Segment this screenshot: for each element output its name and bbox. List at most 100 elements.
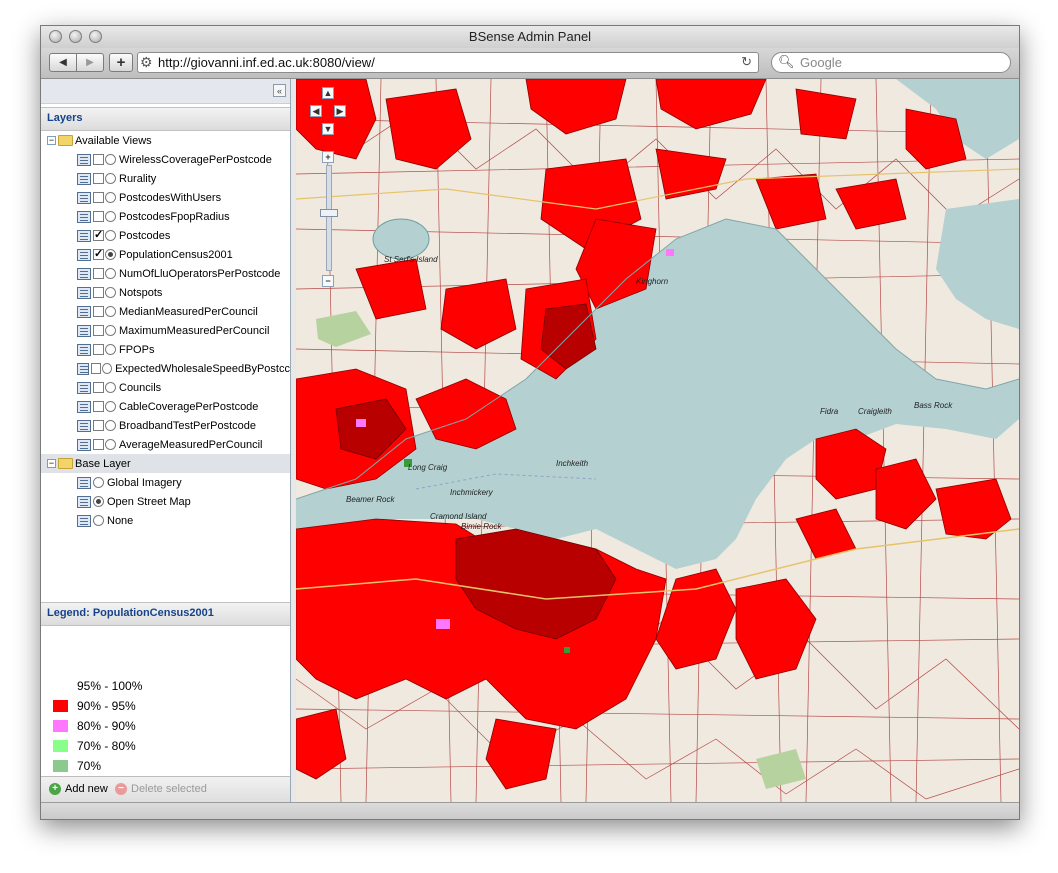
layer-list-icon bbox=[77, 172, 91, 185]
layer-radio[interactable] bbox=[105, 268, 116, 279]
layer-list-icon bbox=[77, 400, 91, 413]
layer-list-icon bbox=[77, 362, 90, 375]
layer-radio[interactable] bbox=[105, 382, 116, 393]
layer-label: PopulationCensus2001 bbox=[119, 248, 233, 261]
layer-item[interactable]: MedianMeasuredPerCouncil bbox=[77, 302, 258, 321]
layer-checkbox[interactable] bbox=[93, 344, 104, 355]
collapse-toggle-icon[interactable]: − bbox=[47, 136, 56, 145]
base-layer-radio[interactable] bbox=[93, 477, 104, 488]
plus-icon: + bbox=[325, 152, 331, 162]
layer-radio[interactable] bbox=[105, 287, 116, 298]
forward-button[interactable]: ▶ bbox=[76, 53, 104, 72]
layer-item[interactable]: Councils bbox=[77, 378, 161, 397]
map-label: Inchkeith bbox=[556, 459, 589, 468]
layer-radio[interactable] bbox=[105, 154, 116, 165]
layer-checkbox[interactable] bbox=[93, 268, 104, 279]
pan-up-button[interactable]: ▲ bbox=[322, 87, 334, 99]
minus-icon: − bbox=[325, 276, 331, 286]
layer-checkbox[interactable] bbox=[93, 382, 104, 393]
layer-list-icon bbox=[77, 248, 91, 261]
add-new-button[interactable]: + Add new bbox=[49, 783, 108, 795]
search-field[interactable]: 🔍︎ Google bbox=[771, 52, 1011, 73]
back-button[interactable]: ◀ bbox=[49, 53, 77, 72]
tree-node-available-views[interactable]: − Available Views bbox=[47, 131, 152, 150]
layer-item[interactable]: WirelessCoveragePerPostcode bbox=[77, 150, 272, 169]
layer-item[interactable]: CableCoveragePerPostcode bbox=[77, 397, 258, 416]
layer-radio[interactable] bbox=[102, 363, 113, 374]
delete-circle-icon: − bbox=[115, 783, 127, 795]
layer-actions-bar: + Add new − Delete selected bbox=[41, 776, 290, 803]
legend-item: 70% - 80% bbox=[53, 737, 136, 755]
map-label: Kinghorn bbox=[636, 277, 669, 286]
collapse-toggle-icon[interactable]: − bbox=[47, 459, 56, 468]
search-icon: 🔍︎ bbox=[778, 54, 795, 69]
layer-item[interactable]: PostcodesWithUsers bbox=[77, 188, 221, 207]
pan-down-button[interactable]: ▼ bbox=[322, 123, 334, 135]
layer-checkbox[interactable] bbox=[93, 211, 104, 222]
layer-checkbox[interactable] bbox=[93, 154, 104, 165]
layer-radio[interactable] bbox=[105, 306, 116, 317]
base-layer-item[interactable]: Global Imagery bbox=[77, 473, 182, 492]
base-layer-item[interactable]: Open Street Map bbox=[77, 492, 191, 511]
layer-item[interactable]: NumOfLluOperatorsPerPostcode bbox=[77, 264, 280, 283]
pan-left-button[interactable]: ◀ bbox=[310, 105, 322, 117]
add-bookmark-button[interactable]: + bbox=[109, 53, 133, 72]
zoom-in-button[interactable]: + bbox=[322, 151, 334, 163]
layer-radio[interactable] bbox=[105, 420, 116, 431]
collapse-sidebar-button[interactable]: « bbox=[273, 84, 286, 97]
layer-checkbox[interactable] bbox=[93, 287, 104, 298]
layer-radio[interactable] bbox=[105, 211, 116, 222]
layer-label: BroadbandTestPerPostcode bbox=[119, 419, 256, 432]
layer-radio-selected[interactable] bbox=[105, 249, 116, 260]
address-bar[interactable]: ⚙ http://giovanni.inf.ed.ac.uk:8080/view… bbox=[137, 52, 759, 73]
layer-list-icon bbox=[77, 438, 91, 451]
layer-item[interactable]: PostcodesFpopRadius bbox=[77, 207, 230, 226]
layer-radio[interactable] bbox=[105, 401, 116, 412]
layer-checkbox[interactable] bbox=[93, 420, 104, 431]
legend-label: 95% - 100% bbox=[77, 679, 143, 693]
browser-status-bar bbox=[41, 802, 1019, 819]
layer-radio[interactable] bbox=[105, 192, 116, 203]
layer-checkbox[interactable] bbox=[91, 363, 102, 374]
legend-item: 90% - 95% bbox=[53, 697, 136, 715]
layer-radio[interactable] bbox=[105, 344, 116, 355]
zoom-slider-track[interactable] bbox=[326, 165, 332, 271]
layer-label: WirelessCoveragePerPostcode bbox=[119, 153, 272, 166]
layer-checkbox-checked[interactable]: ✓ bbox=[93, 230, 104, 241]
pan-right-button[interactable]: ▶ bbox=[334, 105, 346, 117]
layer-list-icon bbox=[77, 419, 91, 432]
tree-node-label: Available Views bbox=[75, 134, 152, 147]
layer-item[interactable]: ✓ Postcodes bbox=[77, 226, 170, 245]
reload-icon[interactable]: ↻ bbox=[741, 54, 752, 70]
layer-item[interactable]: MaximumMeasuredPerCouncil bbox=[77, 321, 269, 340]
tree-node-base-layer[interactable]: − Base Layer bbox=[47, 454, 131, 473]
layer-item[interactable]: ExpectedWholesaleSpeedByPostcc bbox=[77, 359, 290, 378]
delete-selected-button[interactable]: − Delete selected bbox=[115, 783, 207, 795]
base-layer-item[interactable]: None bbox=[77, 511, 133, 530]
layer-radio[interactable] bbox=[105, 439, 116, 450]
layer-item[interactable]: FPOPs bbox=[77, 340, 154, 359]
title-bar: BSense Admin Panel bbox=[41, 26, 1019, 49]
layer-checkbox[interactable] bbox=[93, 192, 104, 203]
layer-checkbox[interactable] bbox=[93, 173, 104, 184]
layer-checkbox[interactable] bbox=[93, 306, 104, 317]
back-arrow-icon: ◀ bbox=[59, 57, 67, 68]
layer-item[interactable]: ✓ PopulationCensus2001 bbox=[77, 245, 233, 264]
layer-checkbox-checked[interactable]: ✓ bbox=[93, 249, 104, 260]
layer-item[interactable]: Notspots bbox=[77, 283, 162, 302]
layer-checkbox[interactable] bbox=[93, 325, 104, 336]
map-view[interactable]: St Serf's Island Fidra Craigleith Bass R… bbox=[296, 79, 1019, 802]
layer-radio[interactable] bbox=[105, 230, 116, 241]
layer-checkbox[interactable] bbox=[93, 439, 104, 450]
base-layer-radio[interactable] bbox=[93, 515, 104, 526]
map-label: Inchmickery bbox=[450, 488, 493, 497]
base-layer-radio-selected[interactable] bbox=[93, 496, 104, 507]
layer-item[interactable]: Rurality bbox=[77, 169, 156, 188]
zoom-out-button[interactable]: − bbox=[322, 275, 334, 287]
zoom-slider-handle[interactable] bbox=[320, 209, 338, 217]
layer-radio[interactable] bbox=[105, 325, 116, 336]
layer-checkbox[interactable] bbox=[93, 401, 104, 412]
layer-item[interactable]: BroadbandTestPerPostcode bbox=[77, 416, 256, 435]
layer-radio[interactable] bbox=[105, 173, 116, 184]
layer-item[interactable]: AverageMeasuredPerCouncil bbox=[77, 435, 263, 454]
